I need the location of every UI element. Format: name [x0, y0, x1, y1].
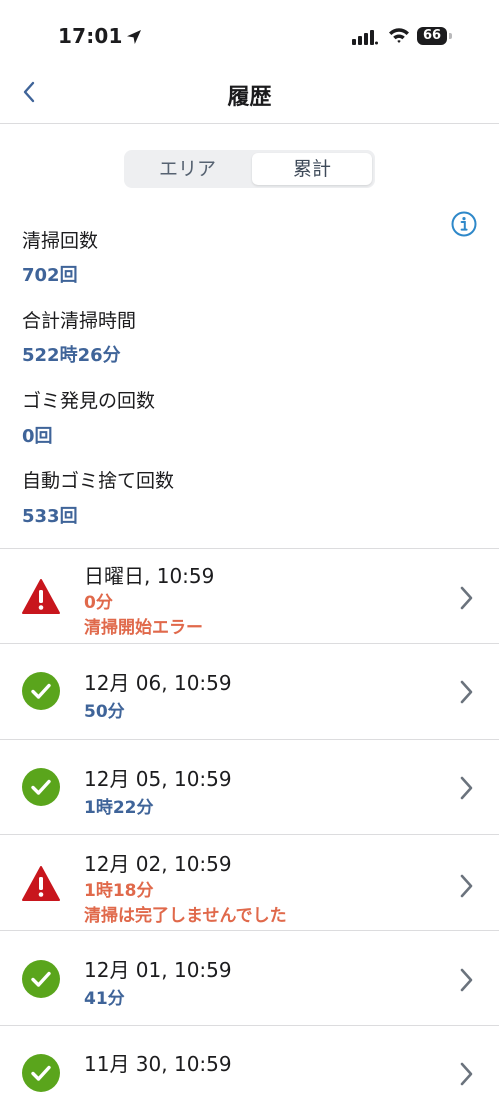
checkmark-circle-icon [22, 672, 60, 710]
history-date: 12月 01, 10:59 [84, 958, 232, 982]
nav-bar: 履歴 [0, 62, 499, 124]
history-date: 12月 05, 10:59 [84, 767, 232, 791]
page-title: 履歴 [227, 85, 272, 110]
chevron-right-icon [460, 1062, 473, 1086]
history-status-text: 清掃開始エラー [84, 618, 203, 638]
history-duration: 50分 [84, 702, 125, 722]
history-list: 日曜日, 10:59 0分 清掃開始エラー 12月 06, 10:59 50分 … [0, 548, 499, 1092]
history-row[interactable]: 12月 05, 10:59 1時22分 [0, 739, 499, 834]
tab-total[interactable]: 累計 [252, 153, 372, 185]
stat-label-auto-empty: 自動ゴミ捨て回数 [22, 470, 175, 492]
history-date: 日曜日, 10:59 [84, 564, 215, 588]
stat-value-total-time: 522時26分 [22, 345, 121, 366]
history-date: 11月 30, 10:59 [84, 1052, 232, 1076]
cellular-signal-icon [352, 30, 378, 45]
segmented-control: エリア 累計 [124, 150, 375, 188]
history-duration: 1時18分 [84, 881, 154, 901]
checkmark-circle-icon [22, 768, 60, 806]
stat-label-dirt-found: ゴミ発見の回数 [22, 390, 156, 412]
stat-label-total-time: 合計清掃時間 [22, 310, 137, 332]
stat-value-dirt-found: 0回 [22, 426, 53, 447]
chevron-right-icon [460, 968, 473, 992]
stat-value-auto-empty: 533回 [22, 506, 78, 527]
checkmark-circle-icon [22, 960, 60, 998]
history-row[interactable]: 11月 30, 10:59 [0, 1025, 499, 1092]
info-icon[interactable] [451, 211, 477, 237]
history-row[interactable]: 12月 06, 10:59 50分 [0, 643, 499, 739]
checkmark-circle-icon [22, 1054, 60, 1092]
history-duration: 41分 [84, 989, 125, 1009]
stat-value-clean-count: 702回 [22, 265, 78, 286]
history-row[interactable]: 12月 02, 10:59 1時18分 清掃は完了しませんでした [0, 834, 499, 930]
status-time: 17:01 [58, 24, 142, 48]
tab-area[interactable]: エリア [127, 153, 248, 185]
stat-label-clean-count: 清掃回数 [22, 230, 99, 252]
location-arrow-icon [126, 30, 141, 44]
chevron-right-icon [460, 586, 473, 610]
warning-triangle-icon [22, 866, 60, 901]
wifi-icon [389, 28, 409, 43]
history-duration: 0分 [84, 593, 113, 613]
chevron-right-icon [460, 680, 473, 704]
history-duration: 1時22分 [84, 798, 154, 818]
battery-cap [449, 33, 452, 39]
chevron-right-icon [460, 776, 473, 800]
status-time-text: 17:01 [58, 24, 123, 48]
history-date: 12月 02, 10:59 [84, 852, 232, 876]
history-row[interactable]: 日曜日, 10:59 0分 清掃開始エラー [0, 548, 499, 643]
history-row[interactable]: 12月 01, 10:59 41分 [0, 930, 499, 1025]
warning-triangle-icon [22, 579, 60, 614]
chevron-right-icon [460, 874, 473, 898]
history-status-text: 清掃は完了しませんでした [84, 906, 287, 926]
status-bar: 17:01 66 [0, 0, 499, 62]
battery-indicator: 66 [417, 27, 447, 45]
history-date: 12月 06, 10:59 [84, 671, 232, 695]
